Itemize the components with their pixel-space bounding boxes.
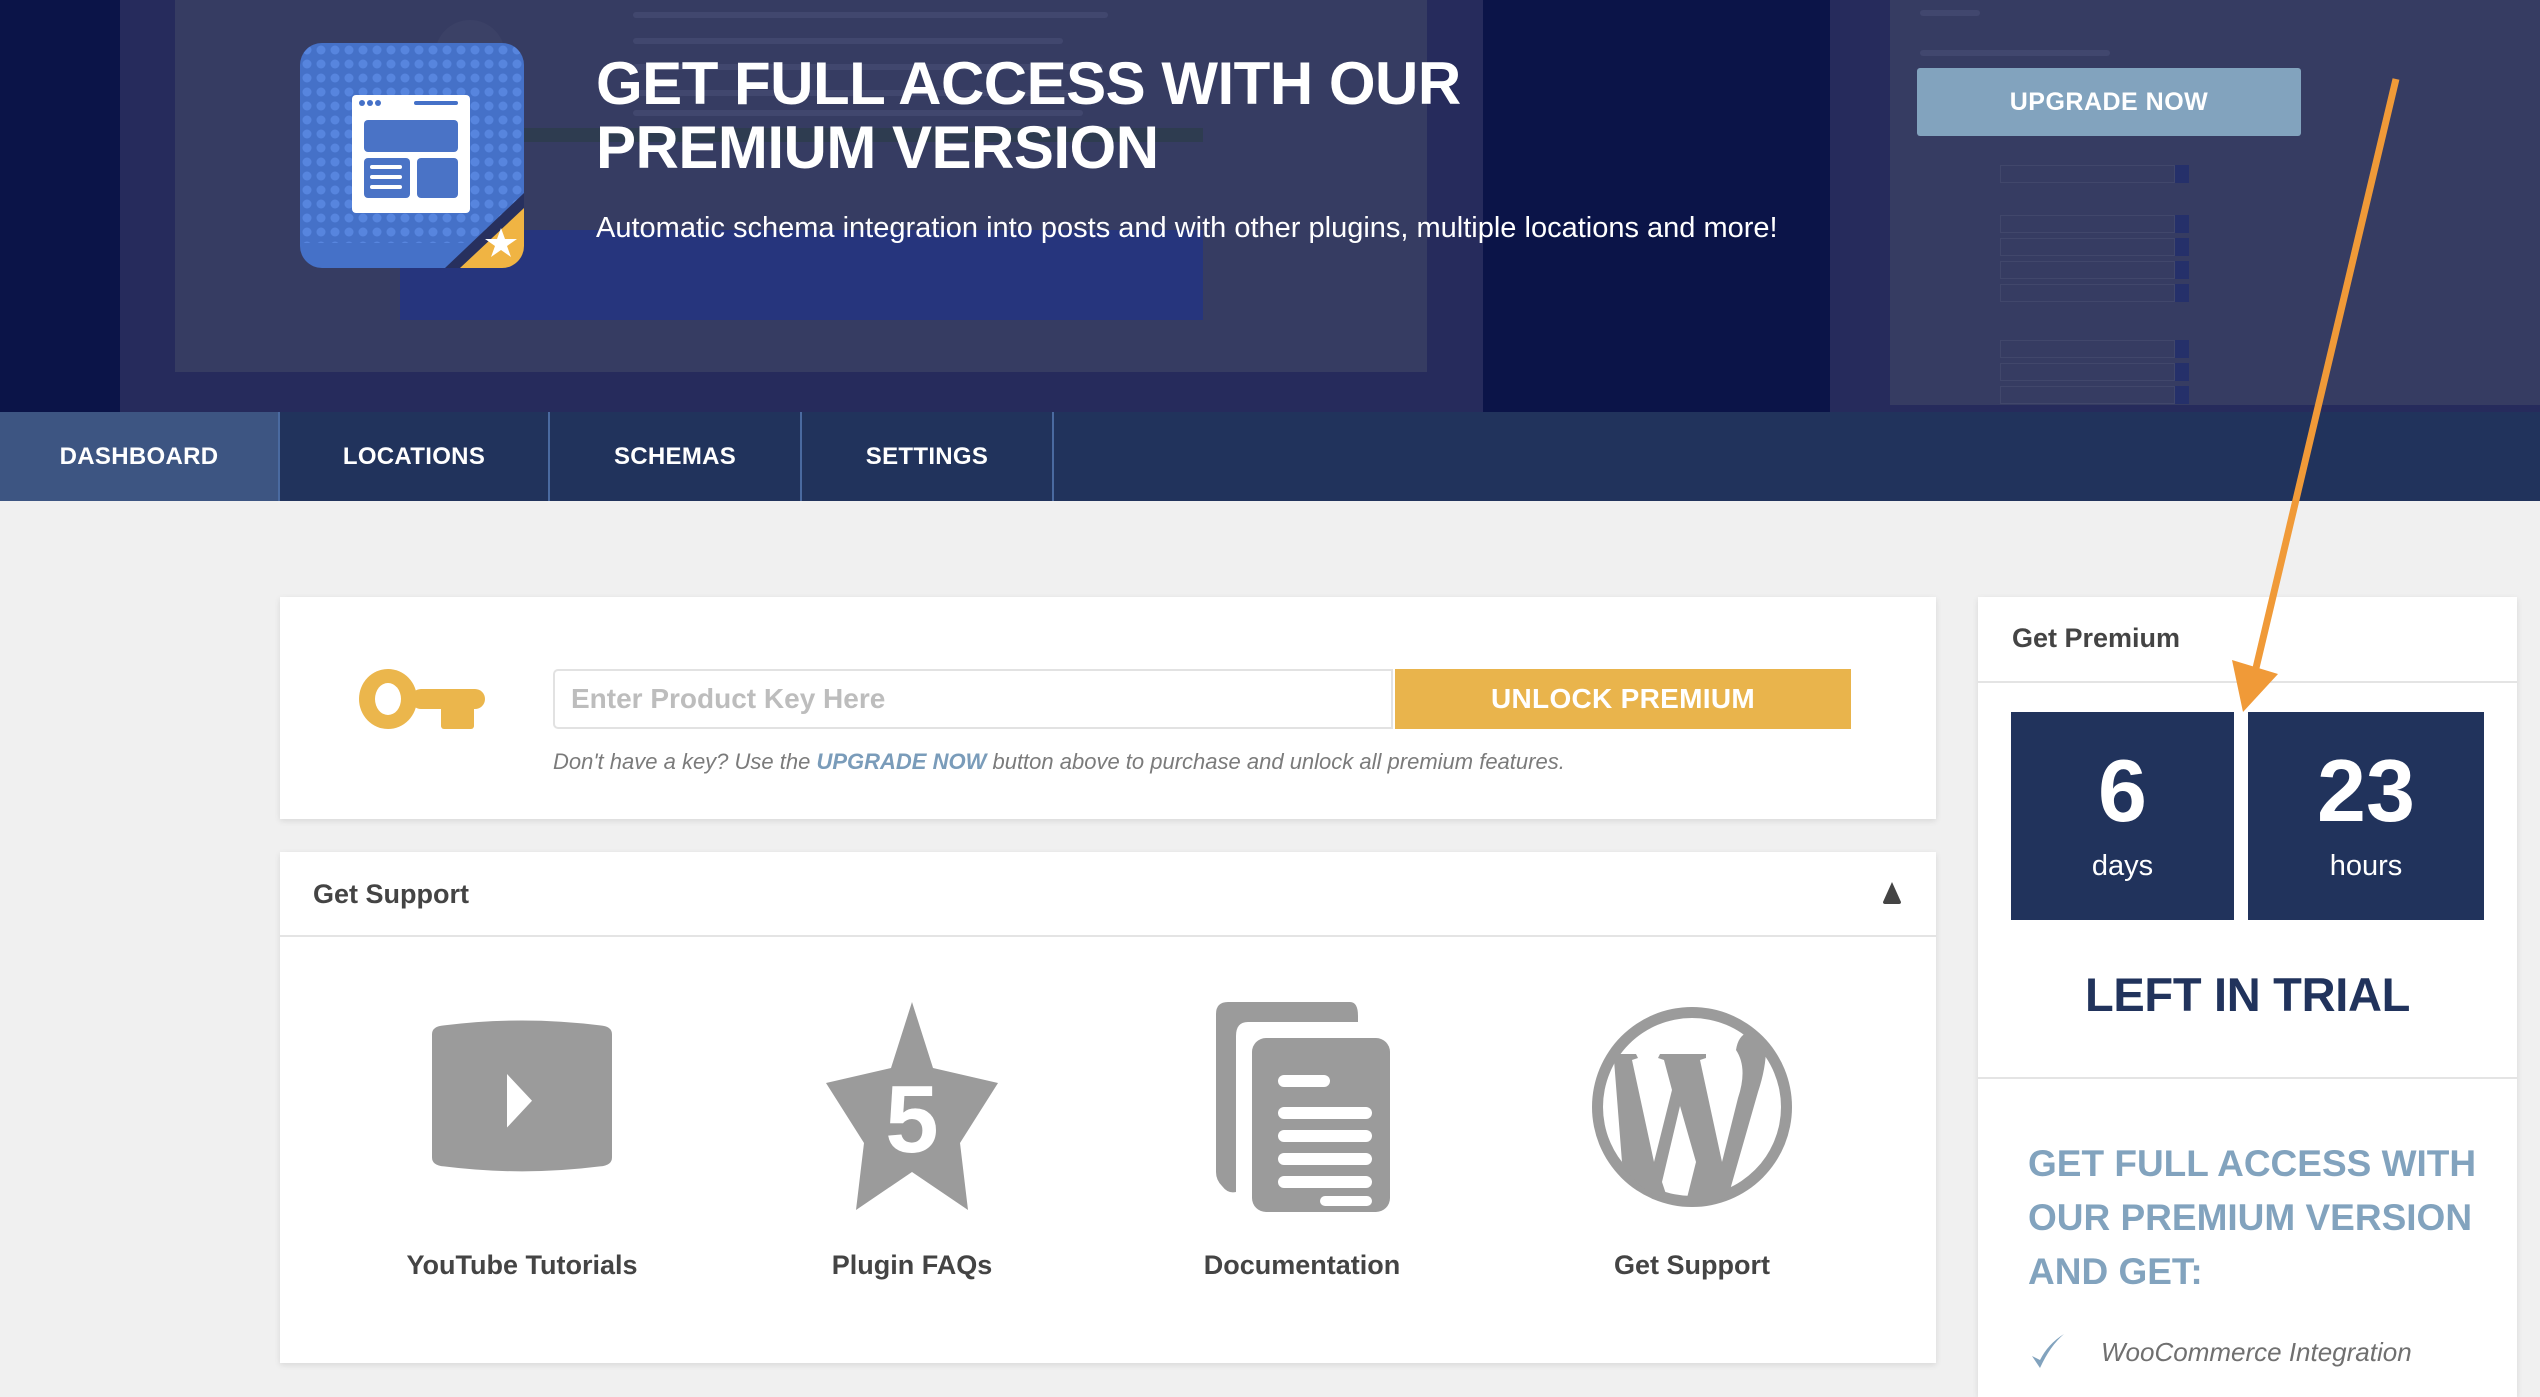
schema-premium-logo-icon [300,43,524,268]
unlock-help-text: Don't have a key? Use the UPGRADE NOW bu… [553,749,1565,775]
mock-field [2000,261,2175,279]
svg-text:5: 5 [885,1066,938,1173]
mock-field-button [2175,261,2189,279]
support-item-label: Documentation [1203,1250,1401,1280]
get-support-card: Get Support YouTube Tutorials 5 Plugin F… [280,852,1936,1363]
support-item-label: YouTube Tutorials [406,1250,638,1280]
countdown-hours-unit: hours [2329,850,2403,882]
unlock-premium-card: UNLOCK PREMIUM Don't have a key? Use the… [280,597,1936,819]
trial-label: LEFT IN TRIAL [2084,968,2411,1021]
star-five-icon: 5 [826,1002,998,1210]
mock-field-button [2175,238,2189,256]
hero-background-mock-form [1890,0,2540,405]
hero-background-left [0,0,120,412]
documents-icon [1216,1002,1390,1212]
caret-up-icon[interactable] [1880,880,1904,906]
countdown-hours-value: 23 [2317,741,2415,840]
mock-field-button [2175,165,2189,183]
mock-field-button [2175,363,2189,381]
support-item-documentation[interactable]: Documentation [1162,1002,1442,1302]
mock-field [2000,238,2175,256]
help-text-suffix: button above to purchase and unlock all … [986,749,1565,774]
support-card-title: Get Support [313,879,469,909]
support-card-header[interactable]: Get Support [280,852,1936,937]
mock-field-button [2175,284,2189,302]
mock-field-button [2175,215,2189,233]
countdown-days-unit: days [2091,850,2154,882]
premium-card-title: Get Premium [2012,623,2181,653]
hero-subtitle: Automatic schema integration into posts … [596,212,1778,244]
divider [1978,1077,2517,1079]
premium-pitch-heading: GET FULL ACCESS WITH OUR PREMIUM VERSION… [2028,1143,2477,1292]
main-nav: DASHBOARD LOCATIONS SCHEMAS SETTINGS [0,412,2540,501]
mock-field [2000,340,2175,358]
mock-field [2000,215,2175,233]
mock-field-button [2175,340,2189,358]
key-icon [359,669,489,729]
support-item-label: Get Support [1614,1250,1770,1280]
support-item-plugin-faqs[interactable]: 5 Plugin FAQs [772,1002,1052,1302]
tab-settings[interactable]: SETTINGS [802,412,1054,501]
mock-field [2000,165,2175,183]
upgrade-now-button[interactable]: UPGRADE NOW [1917,68,2301,136]
hero-title: GET FULL ACCESS WITH OUR PREMIUM VERSION [596,50,1461,181]
countdown-days-value: 6 [2098,741,2147,840]
support-item-label: Plugin FAQs [831,1250,993,1280]
mock-field [2000,386,2175,404]
tab-locations[interactable]: LOCATIONS [280,412,550,501]
help-text-prefix: Don't have a key? Use the [553,749,817,774]
help-upgrade-link[interactable]: UPGRADE NOW [816,749,986,774]
get-premium-card: Get Premium 6 days 23 hours LEFT IN TRIA… [1978,597,2517,1397]
mock-field [2000,284,2175,302]
product-key-input[interactable] [553,669,1393,729]
mock-text-line [633,12,1108,18]
countdown-days: 6 days [2011,712,2234,920]
mock-text-line [1920,10,1980,16]
countdown-hours: 23 hours [2248,712,2484,920]
mock-field-button [2175,386,2189,404]
support-item-youtube-tutorials[interactable]: YouTube Tutorials [382,1002,662,1302]
premium-hero-banner: GET FULL ACCESS WITH OUR PREMIUM VERSION… [0,0,2540,412]
mock-text-line [1920,50,2110,56]
mock-text-line [633,38,1063,44]
wordpress-icon [1592,1007,1792,1207]
feature-item-label: WooCommerce Integration [2101,1337,2412,1367]
checkmark-icon [2028,1332,2068,1372]
premium-card-header: Get Premium [1978,597,2517,683]
support-item-get-support[interactable]: Get Support [1552,1002,1832,1302]
tab-schemas[interactable]: SCHEMAS [550,412,802,501]
unlock-premium-button[interactable]: UNLOCK PREMIUM [1395,669,1851,729]
tab-dashboard[interactable]: DASHBOARD [0,412,280,501]
video-play-icon [432,1020,612,1172]
mock-field [2000,363,2175,381]
